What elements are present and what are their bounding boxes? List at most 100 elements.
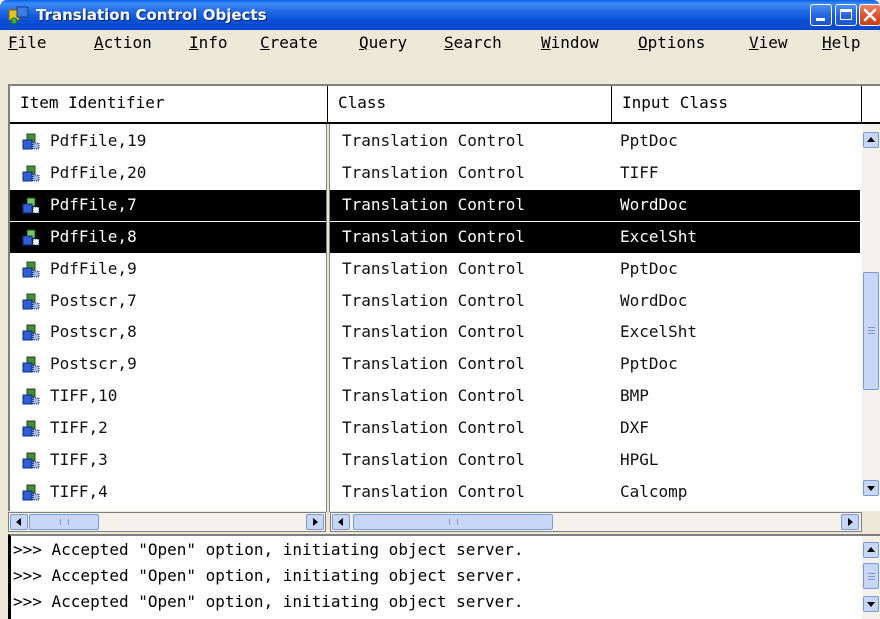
translation-object-icon [22, 261, 42, 279]
menu-query[interactable]: Query [359, 33, 407, 52]
class-cell: Translation Control [342, 194, 526, 214]
close-button[interactable] [859, 4, 880, 26]
translation-object-icon [22, 229, 42, 247]
menu-help[interactable]: Help [822, 33, 861, 52]
scroll-down-button[interactable] [863, 480, 879, 496]
table-row[interactable]: TIFF,3 [10, 445, 326, 476]
table-row[interactable]: Translation Control DXF [330, 413, 860, 444]
menu-action[interactable]: Action [94, 33, 152, 52]
app-puzzle-icon[interactable] [8, 5, 30, 25]
table-row[interactable]: Translation Control PptDoc [330, 349, 860, 380]
input-class-cell: PptDoc [620, 354, 678, 374]
table-row[interactable]: Postscr,9 [10, 349, 326, 380]
scroll-thumb[interactable] [863, 563, 879, 589]
table-row[interactable]: PdfFile,9 [10, 254, 326, 285]
menu-options-rest: ptions [647, 33, 706, 52]
menu-action-rest: ction [103, 33, 152, 52]
translation-object-icon [22, 324, 42, 342]
table-row[interactable]: Translation Control PptDoc [330, 126, 860, 157]
menu-search-rest: earch [453, 33, 502, 52]
grip-line [868, 330, 875, 331]
item-identifier-cell: TIFF,2 [50, 418, 108, 438]
scroll-up-button[interactable] [863, 132, 879, 148]
menu-search[interactable]: Search [444, 33, 502, 52]
arrow-down-icon [867, 486, 875, 491]
menu-info[interactable]: Info [189, 33, 228, 52]
menu-bar: File Action Info Create Query Search Win… [0, 30, 880, 54]
menu-options[interactable]: Options [638, 33, 705, 52]
title-bar[interactable]: Translation Control Objects [0, 0, 880, 30]
menu-info-rest: nfo [198, 33, 228, 52]
scroll-up-button[interactable] [863, 542, 879, 558]
class-cell: Translation Control [342, 481, 526, 501]
item-identifier-cell: TIFF,4 [50, 481, 108, 501]
grip-line [868, 579, 875, 580]
column-header-input-class[interactable]: Input Class [612, 86, 862, 122]
column-header-label: Input Class [622, 93, 728, 112]
scroll-left-button[interactable] [10, 514, 28, 530]
column-header-class[interactable]: Class [328, 86, 612, 122]
scroll-thumb[interactable] [29, 514, 99, 530]
table-row[interactable]: Translation Control ExcelSht [330, 221, 860, 253]
column-header-label: Item Identifier [20, 93, 165, 112]
scroll-thumb[interactable] [353, 514, 553, 530]
maximize-button[interactable] [835, 4, 857, 26]
table-row[interactable]: TIFF,10 [10, 381, 326, 412]
scroll-left-button[interactable] [332, 514, 350, 530]
grip-lines [449, 519, 458, 525]
scroll-down-button[interactable] [863, 596, 879, 612]
arrow-right-icon [313, 518, 318, 526]
item-identifier-cell: TIFF,10 [50, 386, 118, 406]
table-row[interactable]: PdfFile,19 [10, 126, 326, 157]
table-row[interactable]: PdfFile,20 [10, 158, 326, 189]
table-row[interactable]: Postscr,8 [10, 317, 326, 348]
table-row[interactable]: TIFF,4 [10, 477, 326, 508]
table-row[interactable]: TIFF,2 [10, 413, 326, 444]
table-row[interactable]: Translation Control PptDoc [330, 254, 860, 285]
translation-object-icon [22, 420, 42, 438]
scroll-thumb[interactable] [863, 272, 879, 390]
translation-object-icon [22, 484, 42, 502]
translation-object-icon [22, 452, 42, 470]
translation-object-icon [22, 356, 42, 374]
item-identifier-pane[interactable]: PdfFile,19 PdfFile,20 PdfFile,7 PdfFile,8 Pd… [10, 124, 326, 510]
column-header-item-identifier[interactable]: Item Identifier [10, 86, 328, 122]
menu-create[interactable]: Create [260, 33, 318, 52]
list-vertical-scrollbar[interactable] [862, 124, 880, 496]
minimize-button[interactable] [810, 4, 832, 26]
item-identifier-cell: TIFF,3 [50, 450, 108, 469]
table-row[interactable]: PdfFile,7 [10, 189, 326, 221]
minimize-icon [816, 18, 825, 21]
input-class-cell: ExcelSht [620, 226, 698, 246]
menu-window-rest: indow [550, 33, 599, 52]
table-row[interactable]: Translation Control WordDoc [330, 286, 860, 317]
scroll-right-button[interactable] [841, 514, 859, 530]
table-row[interactable]: Translation Control Calcomp [330, 477, 860, 508]
table-row[interactable]: PdfFile,8 [10, 221, 326, 253]
menu-window[interactable]: Window [541, 33, 599, 52]
class-cell: Translation Control [342, 450, 526, 469]
table-row[interactable]: Translation Control ExcelSht [330, 317, 860, 348]
arrow-left-icon [16, 518, 21, 526]
message-log[interactable]: >>> Accepted "Open" option, initiating o… [8, 534, 880, 619]
arrow-up-icon [867, 547, 875, 552]
table-row[interactable]: Translation Control TIFF [330, 158, 860, 189]
translation-object-icon [22, 293, 42, 311]
table-row[interactable]: Translation Control HPGL [330, 445, 860, 476]
right-horizontal-scrollbar[interactable] [330, 512, 862, 532]
menu-file[interactable]: File [8, 33, 47, 52]
left-horizontal-scrollbar[interactable] [8, 512, 326, 532]
input-class-cell: Calcomp [620, 481, 688, 501]
log-vertical-scrollbar[interactable] [862, 536, 880, 619]
item-identifier-cell: PdfFile,20 [50, 162, 147, 182]
menu-view[interactable]: View [749, 33, 788, 52]
input-class-cell: HPGL [620, 450, 659, 469]
menu-help-rest: elp [831, 33, 861, 52]
menu-file-rest: ile [17, 33, 47, 52]
scroll-right-button[interactable] [306, 514, 324, 530]
table-row[interactable]: Postscr,7 [10, 286, 326, 317]
table-row[interactable]: Translation Control BMP [330, 381, 860, 412]
item-identifier-cell: PdfFile,9 [50, 258, 137, 278]
class-pane[interactable]: Translation Control PptDoc Translation Con… [330, 124, 860, 510]
table-row[interactable]: Translation Control WordDoc [330, 189, 860, 221]
